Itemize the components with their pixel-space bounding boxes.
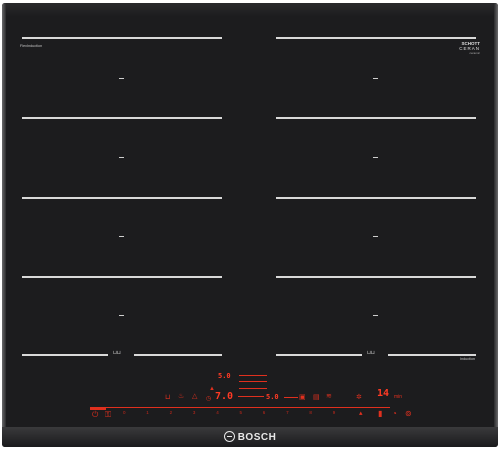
right-zone-line-2 <box>276 117 476 119</box>
display-bar <box>238 396 264 397</box>
display-bar <box>239 381 267 382</box>
zone-marker <box>373 236 378 237</box>
child-lock-icon[interactable]: ⚿ <box>105 410 111 420</box>
zone-display-right: 5.0 <box>266 393 279 401</box>
hob-icon[interactable]: ≋ <box>326 392 332 400</box>
scale-tick-7[interactable]: 7 <box>286 410 289 415</box>
flex-zone-icon-right: ⊔⊔ <box>367 350 375 356</box>
scale-tick-0[interactable]: 0 <box>123 410 126 415</box>
settings-icon[interactable]: ⊚ <box>405 409 412 418</box>
sensor-icon[interactable]: ✲ <box>356 393 362 401</box>
scale-tick-5[interactable]: 5 <box>240 410 243 415</box>
scale-tick-1[interactable]: 1 <box>146 410 149 415</box>
display-bar <box>239 388 267 389</box>
scale-tick-3[interactable]: 3 <box>193 410 196 415</box>
left-zone-bottom-line-a <box>22 354 108 356</box>
timer-unit-icon: min <box>394 394 403 400</box>
ceran-subtext: ceramic <box>469 51 480 55</box>
display-bar <box>239 375 267 376</box>
timer-icon[interactable]: ◷ <box>206 395 211 402</box>
pot-icon[interactable]: ▣ <box>299 393 306 401</box>
left-zone-line-2 <box>22 117 222 119</box>
left-frame <box>2 3 6 447</box>
right-zone-line-3 <box>276 197 476 199</box>
induction-label: Induction <box>460 357 476 361</box>
power-slider-track[interactable] <box>90 407 390 408</box>
scale-tick-8[interactable]: 8 <box>309 410 312 415</box>
timer-display: 14 <box>377 388 390 399</box>
scale-tick-6[interactable]: 6 <box>263 410 266 415</box>
zone-marker <box>119 315 124 316</box>
top-frame <box>2 3 498 17</box>
triangle-icon[interactable]: △ <box>192 392 197 400</box>
bosch-wordmark: BOSCH <box>237 432 277 443</box>
pan-icon[interactable]: ⊔ <box>165 393 170 401</box>
cooktop-panel: FlexInduction SCHOTT CERAN ceramic ⊔⊔ ⊔⊔… <box>2 3 498 447</box>
zone-marker <box>119 78 124 79</box>
left-zone-line-4 <box>22 276 222 278</box>
zone-marker <box>373 78 378 79</box>
scale-tick-2[interactable]: 2 <box>170 410 173 415</box>
scale-tick-4[interactable]: 4 <box>216 410 219 415</box>
zone-marker <box>119 236 124 237</box>
power-level-display: 7.0 <box>215 391 234 402</box>
pot-icon-2[interactable]: ▤ <box>313 393 320 401</box>
sensor-setting-icon[interactable]: ▴ <box>359 409 363 417</box>
zone-display-left: 5.0 <box>218 372 231 380</box>
left-zone-line-3 <box>22 197 222 199</box>
left-zone-bottom-line-b <box>134 354 222 356</box>
left-zone-line-1 <box>22 37 222 39</box>
bosch-logo: BOSCH <box>2 431 498 443</box>
power-icon[interactable]: ⏻ <box>92 410 98 420</box>
schott-ceran-logo: SCHOTT CERAN ceramic <box>440 41 480 56</box>
display-bar <box>284 397 298 398</box>
flexinduction-label: FlexInduction <box>20 44 43 48</box>
boost-icon[interactable]: ♨ <box>178 392 184 400</box>
right-zone-bottom-line-a <box>276 354 362 356</box>
right-zone-bottom-line-b <box>388 354 476 356</box>
right-zone-line-1 <box>276 37 476 39</box>
stop-icon[interactable]: ▮ <box>378 409 382 418</box>
flex-zone-icon-left: ⊔⊔ <box>113 350 121 356</box>
scale-tick-9[interactable]: 9 <box>333 410 336 415</box>
right-zone-line-4 <box>276 276 476 278</box>
zone-marker <box>119 157 124 158</box>
zone-marker <box>373 315 378 316</box>
bosch-armature-icon <box>223 431 235 442</box>
zone-marker <box>373 157 378 158</box>
right-frame <box>494 3 498 447</box>
timer-clock-icon[interactable]: ◔ <box>392 409 397 418</box>
